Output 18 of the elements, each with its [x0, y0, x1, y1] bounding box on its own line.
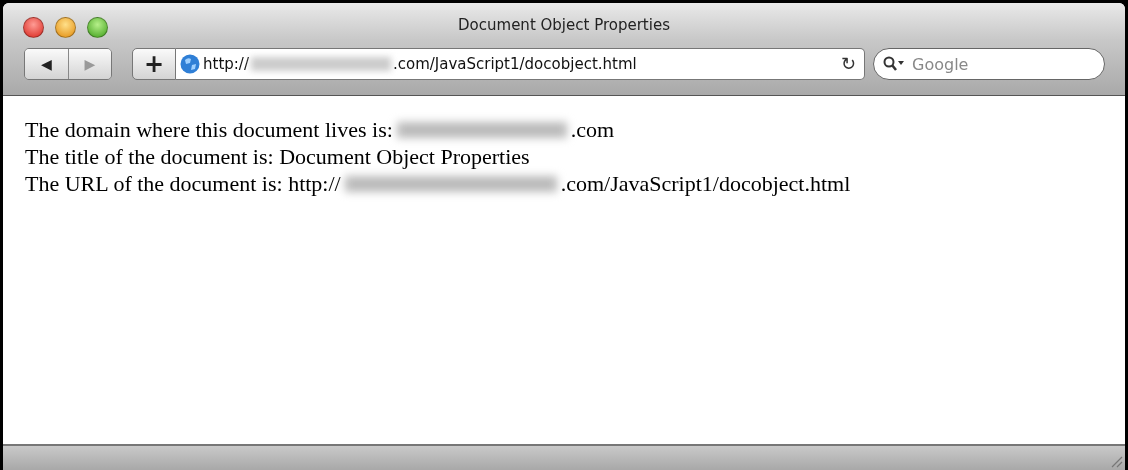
globe-icon — [180, 54, 200, 74]
window-title: Document Object Properties — [458, 16, 670, 34]
zoom-icon[interactable] — [87, 17, 108, 38]
page-text: The domain where this document lives is: — [25, 116, 393, 143]
page-text: The URL of the document is: http:// — [25, 170, 341, 197]
minimize-icon[interactable] — [55, 17, 76, 38]
close-icon[interactable] — [23, 17, 44, 38]
page-text: .com — [570, 116, 615, 143]
add-bookmark-button[interactable]: + — [132, 48, 176, 80]
resize-grip-icon[interactable] — [1109, 454, 1123, 468]
page-text: The title of the document is: Document Object Properties — [25, 143, 530, 170]
search-field[interactable]: Google — [873, 48, 1105, 80]
reload-button[interactable]: ↻ — [841, 53, 856, 75]
url-text: http:// — [203, 55, 249, 73]
back-button[interactable]: ◀ — [25, 49, 68, 79]
url-text: .com/JavaScript1/docobject.html — [392, 55, 637, 73]
address-field[interactable]: http:// .com/JavaScript1/docobject.html ↻ — [176, 48, 865, 80]
page-text: .com/JavaScript1/docobject.html — [560, 170, 851, 197]
